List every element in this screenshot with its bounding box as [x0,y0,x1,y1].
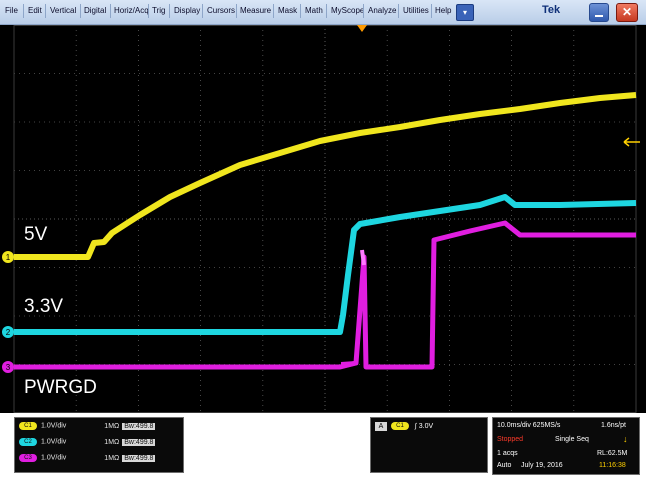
channel-settings-panel[interactable]: C1 1.0V/div 1MΩ Bw:499.8 C2 1.0V/div 1MΩ Bw:49… [14,417,184,473]
status-bar: C1 1.0V/div 1MΩ Bw:499.8 C2 1.0V/div 1MΩ Bw:49… [0,413,646,477]
trigger-slope-icon: ∫ [414,423,417,430]
ch2-badge[interactable]: C2 [19,438,37,446]
menu-separator [148,4,149,18]
arrow-down-icon: ↓ [623,434,628,444]
menu-separator [273,4,274,18]
trigger-mode: A [375,422,387,431]
menu-cursors[interactable]: Cursors [207,4,235,18]
menu-separator [236,4,237,18]
close-button[interactable]: ✕ [616,3,638,22]
menu-trig[interactable]: Trig [152,4,165,18]
acq-seq: Single Seq [555,436,589,443]
menu-separator [23,4,24,18]
menu-separator [300,4,301,18]
ch1-bandwidth: Bw:499.8 [122,422,156,430]
ch3-badge[interactable]: C3 [19,454,37,462]
menu-separator [431,4,432,18]
resolution: 1.6ns/pt [601,422,626,429]
trigger-row: A C1 ∫ 3.0V [375,422,433,431]
menu-digital[interactable]: Digital [84,4,106,18]
menu-dropdown-button[interactable]: ▾ [456,4,474,21]
acq-time: 11:16:38 [599,462,626,469]
waveform-display[interactable]: 1 2 3 5V 3.3V PWRGD [0,25,646,413]
ch3-marker[interactable]: 3 [2,361,14,373]
menu-separator [326,4,327,18]
svg-text:1: 1 [6,253,11,262]
menu-utilities[interactable]: Utilities [403,4,429,18]
record-length: RL:62.5M [597,450,628,457]
trigger-level-marker [623,137,640,147]
menu-separator [202,4,203,18]
menu-measure[interactable]: Measure [240,4,271,18]
menu-separator [363,4,364,18]
menu-vertical[interactable]: Vertical [50,4,76,18]
menu-math[interactable]: Math [305,4,323,18]
ch1-marker[interactable]: 1 [2,251,14,263]
channel-row-2[interactable]: C2 1.0V/div 1MΩ Bw:499.8 [19,438,156,450]
ch2-scale: 1.0V/div [41,438,67,446]
label-pwrgd: PWRGD [24,377,97,398]
menu-separator [110,4,111,18]
ch3-noise [341,361,357,369]
menu-separator [80,4,81,18]
trigger-level: 3.0V [418,423,434,430]
ch2-impedance: 1MΩ [104,438,120,446]
ch3-impedance: 1MΩ [104,454,120,462]
timebase: 10.0ms/div 625MS/s [497,422,561,429]
graticule-grid [13,25,637,413]
menu-edit[interactable]: Edit [28,4,42,18]
ch2-marker[interactable]: 2 [2,326,14,338]
trigger-panel[interactable]: A C1 ∫ 3.0V [370,417,488,473]
menu-analyze[interactable]: Analyze [368,4,396,18]
trigger-position-marker [357,25,367,32]
trigger-source: C1 [390,422,409,431]
menu-file[interactable]: File [5,4,18,18]
ch1-scale: 1.0V/div [41,422,67,430]
menu-display[interactable]: Display [174,4,200,18]
acquisition-panel[interactable]: 10.0ms/div 625MS/s 1.6ns/pt Stopped Sing… [492,417,640,475]
acq-state: Stopped [497,436,524,443]
menu-separator [169,4,170,18]
menu-bar: File Edit Vertical Digital Horiz/Acq Tri… [0,0,646,25]
label-3v3: 3.3V [24,296,64,317]
menu-separator [45,4,46,18]
ch1-badge[interactable]: C1 [19,422,37,430]
ch2-bandwidth: Bw:499.8 [122,438,156,446]
brand-logo: Tek [542,4,561,16]
minimize-button[interactable] [589,3,609,22]
ch3-spike [360,249,366,266]
menu-myscope[interactable]: MyScope [331,4,364,18]
svg-text:2: 2 [6,328,11,337]
menu-horiz-acq[interactable]: Horiz/Acq [114,4,149,18]
trigger-mode-auto: Auto [497,462,512,469]
menu-separator [398,4,399,18]
menu-help[interactable]: Help [435,4,451,18]
ch3-scale: 1.0V/div [41,454,67,462]
ch1-impedance: 1MΩ [104,422,120,430]
ch3-bandwidth: Bw:499.8 [122,454,156,462]
label-5v: 5V [24,224,48,245]
channel-row-3[interactable]: C3 1.0V/div 1MΩ Bw:499.8 [19,454,156,466]
channel-row-1[interactable]: C1 1.0V/div 1MΩ Bw:499.8 [19,422,156,434]
svg-text:3: 3 [6,363,11,372]
menu-mask[interactable]: Mask [278,4,297,18]
graticule: 1 2 3 [2,25,640,413]
acq-count: 1 acqs [497,450,518,457]
acq-date: July 19, 2016 [521,462,563,469]
